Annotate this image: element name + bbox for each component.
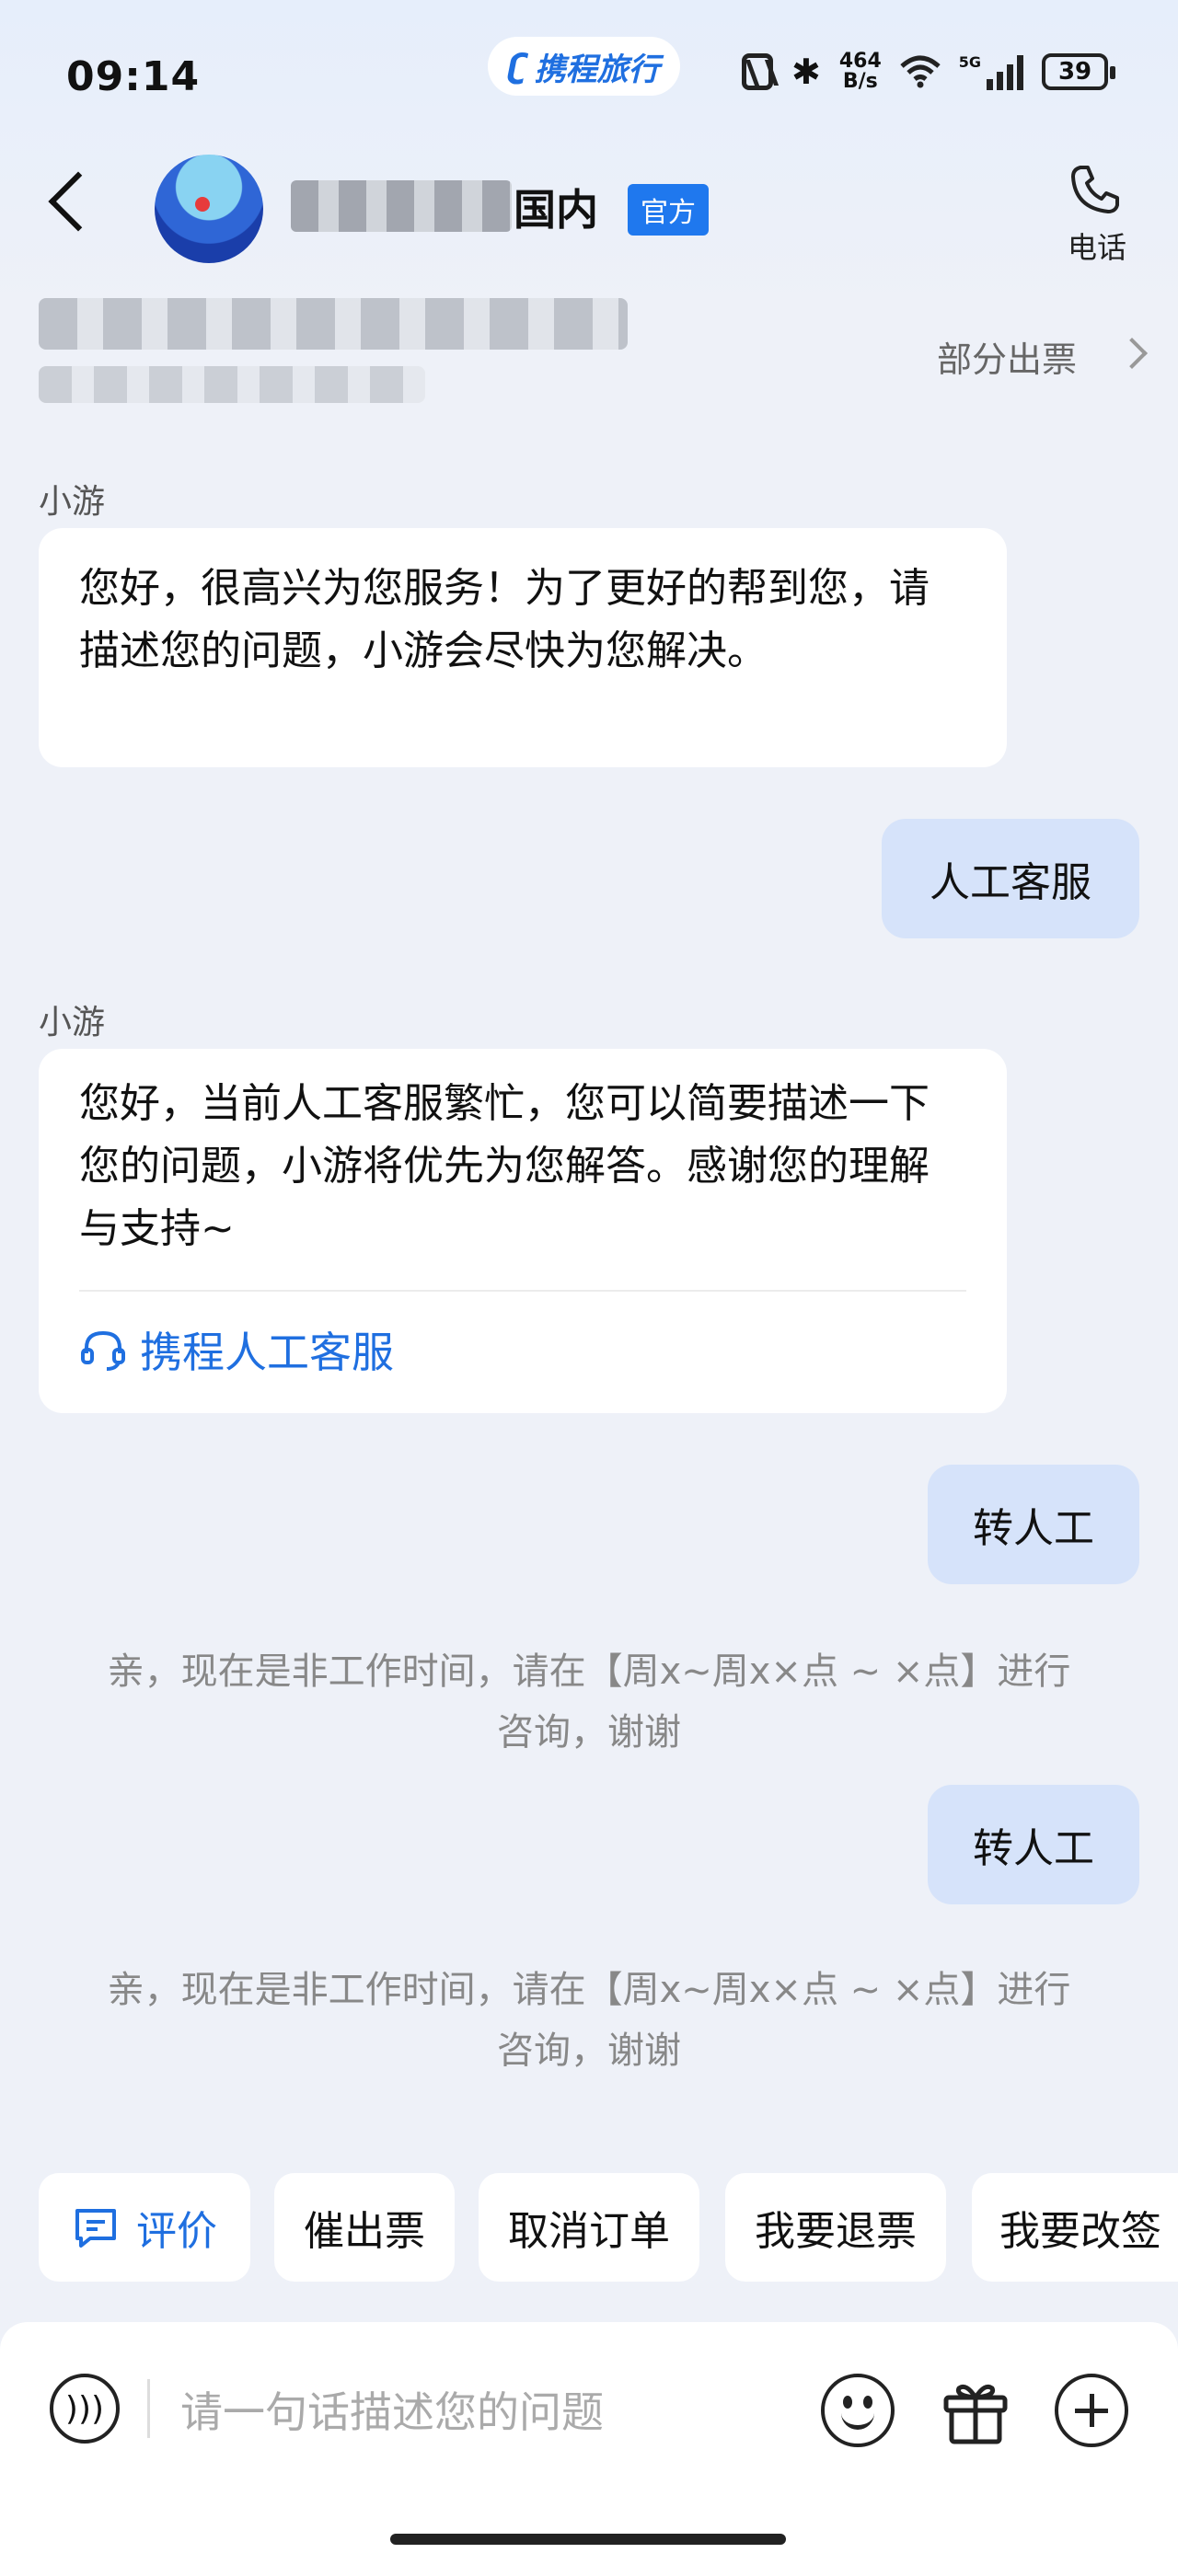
message-input[interactable]: 请一句话描述您的问题 <box>180 2379 604 2440</box>
incoming-message: 您好，很高兴为您服务！为了更好的帮到您，请描述您的问题，小游会尽快为您解决。 <box>39 528 1007 767</box>
phone-icon[interactable] <box>1068 162 1123 217</box>
status-time: 09:14 <box>66 53 201 100</box>
quick-action-rate[interactable]: 评价 <box>39 2173 250 2282</box>
order-status[interactable]: 部分出票 <box>937 331 1077 382</box>
human-service-link[interactable]: 携程人工客服 <box>79 1319 966 1380</box>
gift-button[interactable] <box>941 2377 1011 2447</box>
chevron-right-icon[interactable] <box>1116 338 1148 369</box>
emoji-button[interactable] <box>821 2374 895 2447</box>
wifi-icon <box>900 55 941 88</box>
system-message: 亲，现在是非工作时间，请在【周x~周x×点 ~ ×点】进行 咨询，谢谢 <box>0 1641 1178 1763</box>
quick-action-change[interactable]: 我要改签 <box>972 2173 1178 2282</box>
voice-icon: ))) <box>64 2389 105 2428</box>
brand-name: 携程旅行 <box>534 51 660 88</box>
system-message: 亲，现在是非工作时间，请在【周x~周x×点 ~ ×点】进行 咨询，谢谢 <box>0 1960 1178 2081</box>
chat-title-suffix: 国内 <box>514 185 598 235</box>
network-speed: 464 B/s <box>839 52 882 92</box>
system-message-line: 亲，现在是非工作时间，请在【周x~周x×点 ~ ×点】进行 <box>107 1969 1071 2011</box>
blurred-order-info <box>39 298 628 350</box>
system-message-line: 咨询，谢谢 <box>497 1711 681 1754</box>
input-separator <box>147 2379 150 2438</box>
signal-icon: 5G <box>958 53 1024 90</box>
brand-pill: ʗ 携程旅行 <box>488 37 680 96</box>
nfc-icon <box>742 53 773 90</box>
sender-name: 小游 <box>39 1004 106 1041</box>
battery-icon: 39 <box>1042 53 1116 90</box>
system-message-line: 咨询，谢谢 <box>497 2030 681 2072</box>
system-message-line: 亲，现在是非工作时间，请在【周x~周x×点 ~ ×点】进行 <box>107 1650 1071 1693</box>
outgoing-message: 人工客服 <box>882 819 1139 938</box>
phone-label[interactable]: 电话 <box>1068 224 1126 267</box>
voice-input-button[interactable]: ))) <box>50 2374 120 2444</box>
quick-action-cancel-order[interactable]: 取消订单 <box>479 2173 699 2282</box>
message-text: 您好，很高兴为您服务！为了更好的帮到您，请描述您的问题，小游会尽快为您解决。 <box>79 565 930 674</box>
home-indicator[interactable] <box>390 2534 786 2545</box>
headset-icon <box>81 1330 125 1371</box>
network-speed-value: 464 <box>838 50 882 73</box>
network-speed-unit: B/s <box>842 70 878 93</box>
outgoing-message: 转人工 <box>928 1785 1139 1904</box>
outgoing-message: 转人工 <box>928 1465 1139 1584</box>
plus-button[interactable] <box>1055 2374 1128 2447</box>
bluetooth-icon: ✱ <box>791 52 821 92</box>
brand-logo-icon: ʗ <box>508 47 527 86</box>
human-service-link-text[interactable]: 携程人工客服 <box>140 1319 394 1380</box>
official-badge: 官方 <box>628 184 709 236</box>
message-text: 您好，当前人工客服繁忙，您可以简要描述一下您的问题，小游将优先为您解答。感谢您的… <box>79 1080 930 1252</box>
quick-action-refund[interactable]: 我要退票 <box>725 2173 946 2282</box>
blurred-order-detail <box>39 366 425 403</box>
blurred-title <box>291 180 512 232</box>
network-type: 5G <box>958 53 982 71</box>
quick-action-label[interactable]: 评价 <box>136 2198 217 2257</box>
quick-action-urge-ticket[interactable]: 催出票 <box>274 2173 455 2282</box>
incoming-message: 您好，当前人工客服繁忙，您可以简要描述一下您的问题，小游将优先为您解答。感谢您的… <box>39 1049 1007 1413</box>
agent-avatar <box>155 155 263 263</box>
battery-level: 39 <box>1057 58 1092 86</box>
status-icons: ✱ 464 B/s 5G 39 <box>742 52 1116 92</box>
sender-name: 小游 <box>39 483 106 521</box>
message-divider <box>79 1290 966 1292</box>
comment-icon <box>75 2209 116 2248</box>
